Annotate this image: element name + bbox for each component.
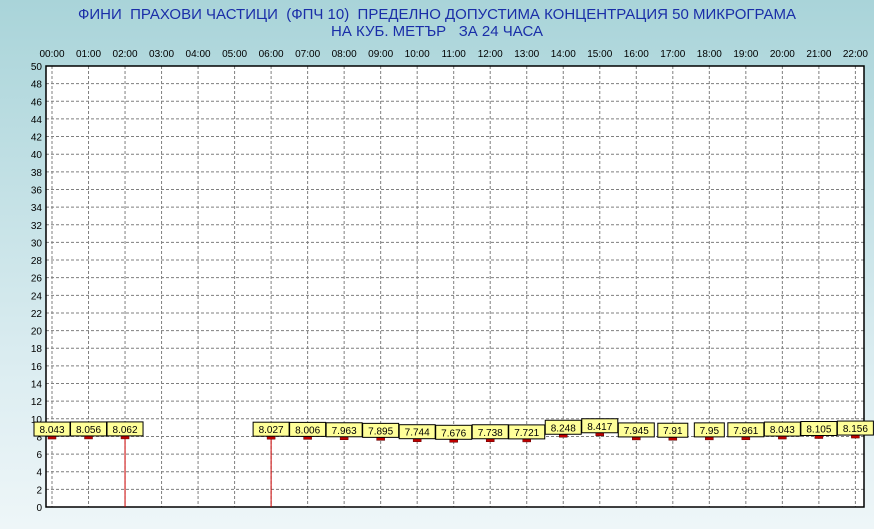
y-tick-label: 26 [31,274,43,285]
x-tick-label: 00:00 [39,49,64,60]
x-tick-label: 09:00 [368,49,393,60]
y-tick-label: 42 [31,133,43,144]
data-label: 8.027 [259,425,284,436]
y-tick-label: 36 [31,185,43,196]
x-tick-label: 21:00 [806,49,831,60]
data-label: 8.043 [39,425,64,436]
x-tick-label: 01:00 [76,49,101,60]
data-label: 7.945 [624,426,649,437]
y-tick-label: 4 [36,468,42,479]
x-tick-label: 05:00 [222,49,247,60]
y-tick-label: 2 [36,485,42,496]
x-tick-label: 22:00 [843,49,868,60]
y-tick-label: 18 [31,344,43,355]
data-label: 7.721 [514,428,539,439]
data-label: 8.043 [770,425,795,436]
data-label: 7.738 [478,428,503,439]
y-tick-label: 30 [31,238,43,249]
y-tick-label: 34 [31,203,43,214]
x-tick-label: 14:00 [551,49,576,60]
data-label: 7.963 [332,426,357,437]
data-label: 8.006 [295,425,320,436]
y-tick-label: 16 [31,362,43,373]
x-tick-label: 08:00 [332,49,357,60]
x-tick-label: 03:00 [149,49,174,60]
data-label: 8.156 [843,424,868,435]
x-tick-label: 18:00 [697,49,722,60]
chart-container: ФИНИ ПРАХОВИ ЧАСТИЦИ (ФПЧ 10) ПРЕДЕЛНО Д… [0,0,874,529]
x-tick-label: 06:00 [259,49,284,60]
data-label: 8.417 [587,422,612,433]
x-tick-label: 04:00 [186,49,211,60]
x-tick-label: 16:00 [624,49,649,60]
y-tick-label: 38 [31,168,43,179]
y-tick-label: 28 [31,256,43,267]
x-tick-label: 17:00 [660,49,685,60]
y-tick-label: 44 [31,115,43,126]
data-label: 8.105 [806,425,831,436]
data-label: 7.95 [700,426,720,437]
data-label: 7.744 [405,428,430,439]
data-label: 8.056 [76,425,101,436]
data-label: 8.248 [551,423,576,434]
y-tick-label: 14 [31,380,43,391]
x-tick-label: 02:00 [113,49,138,60]
data-label: 7.91 [663,426,683,437]
x-tick-label: 07:00 [295,49,320,60]
y-tick-label: 46 [31,97,43,108]
y-tick-label: 20 [31,327,43,338]
chart-svg: 0246810121416182022242628303234363840424… [31,49,874,514]
y-tick-label: 0 [36,503,42,514]
x-tick-label: 19:00 [733,49,758,60]
y-tick-label: 22 [31,309,43,320]
x-tick-label: 13:00 [514,49,539,60]
y-tick-label: 50 [31,62,43,73]
data-label: 7.961 [733,426,758,437]
y-tick-label: 48 [31,80,43,91]
data-label: 7.895 [368,426,393,437]
x-tick-label: 12:00 [478,49,503,60]
y-tick-label: 40 [31,150,43,161]
y-tick-label: 24 [31,291,43,302]
x-tick-label: 11:00 [442,49,467,60]
y-tick-label: 6 [36,450,42,461]
data-label: 8.062 [113,425,138,436]
x-tick-label: 15:00 [587,49,612,60]
x-tick-label: 10:00 [405,49,430,60]
data-label: 7.676 [441,428,466,439]
y-tick-label: 12 [31,397,43,408]
y-tick-label: 32 [31,221,43,232]
x-tick-label: 20:00 [770,49,795,60]
